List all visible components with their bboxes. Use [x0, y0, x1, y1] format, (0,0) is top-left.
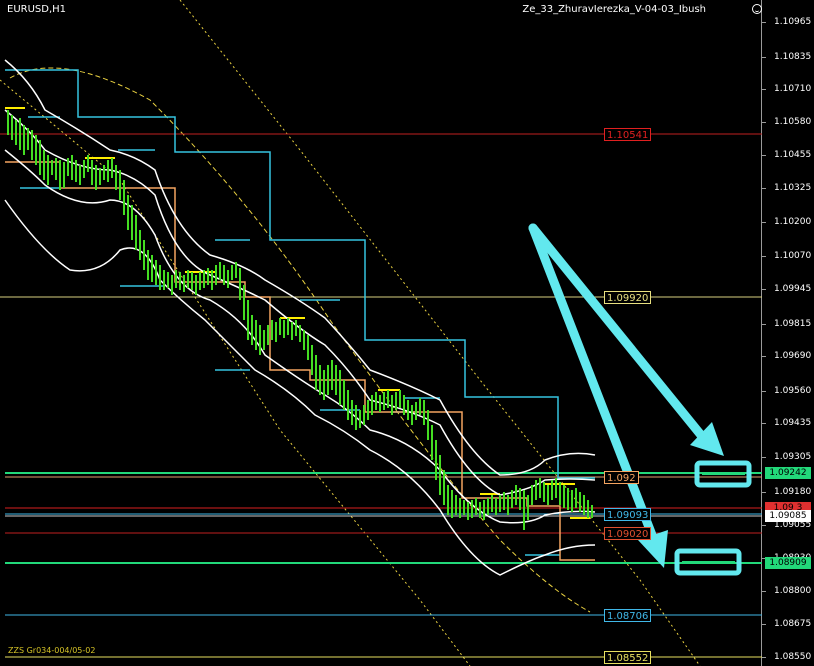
price-candles — [7, 110, 593, 530]
price-tick-label: 1.08675 — [774, 619, 812, 629]
cyan-step-line — [5, 69, 595, 479]
price-tick-label: 1.10580 — [774, 117, 812, 127]
price-badge: 1.08909 — [765, 557, 811, 569]
price-tick-label: 1.09180 — [774, 487, 812, 497]
smiley-icon — [752, 4, 762, 14]
price-tick-label: 1.10835 — [774, 52, 812, 62]
indicator-title: Ze_33_ZhuravIerezka_V-04-03_Ibush — [522, 4, 706, 15]
lower-channel-dotted-line — [0, 79, 471, 666]
price-tick-label: 1.08800 — [774, 586, 812, 596]
band-lower — [4, 199, 596, 576]
level-price-label: 1.09093 — [604, 508, 652, 521]
level-price-label: 1.09920 — [604, 291, 652, 304]
price-tick-label: 1.09815 — [774, 319, 812, 329]
symbol-title: EURUSD,H1 — [7, 4, 67, 15]
price-badge: 1.09242 — [765, 467, 811, 479]
price-chart-area[interactable]: EURUSD,H1 Ze_33_ZhuravIerezka_V-04-03_Ib… — [0, 0, 762, 666]
level-price-label: 1.09020 — [604, 527, 652, 540]
price-tick-label: 1.09305 — [774, 452, 812, 462]
price-tick-label: 1.09560 — [774, 386, 812, 396]
price-tick-label: 1.09690 — [774, 351, 812, 361]
chart-window[interactable]: EURUSD,H1 Ze_33_ZhuravIerezka_V-04-03_Ib… — [0, 0, 814, 666]
level-price-label: 1.092 — [604, 471, 639, 484]
price-axis[interactable]: 1.10965 1.10835 1.10710 1.10580 1.10455 1.103… — [762, 0, 814, 666]
level-price-label: 1.08552 — [604, 651, 652, 664]
orange-step-line — [5, 161, 595, 561]
level-price-label: 1.10541 — [604, 128, 652, 141]
price-tick-label: 1.10070 — [774, 251, 812, 261]
price-badge: 1.09085 — [765, 510, 811, 522]
bottom-note: ZZS Gr034-004/05-02 — [8, 646, 96, 655]
price-tick-label: 1.10710 — [774, 84, 812, 94]
price-tick-label: 1.10325 — [774, 183, 812, 193]
price-tick-label: 1.10200 — [774, 217, 812, 227]
price-tick-label: 1.10455 — [774, 150, 812, 160]
price-tick-label: 1.10965 — [774, 17, 812, 27]
price-tick-label: 1.09945 — [774, 284, 812, 294]
price-tick-label: 1.09435 — [774, 418, 812, 428]
chart-canvas[interactable] — [0, 0, 762, 666]
price-tick-label: 1.08550 — [774, 652, 812, 662]
band-upper-inner — [4, 109, 596, 496]
level-price-label: 1.08706 — [604, 609, 652, 622]
